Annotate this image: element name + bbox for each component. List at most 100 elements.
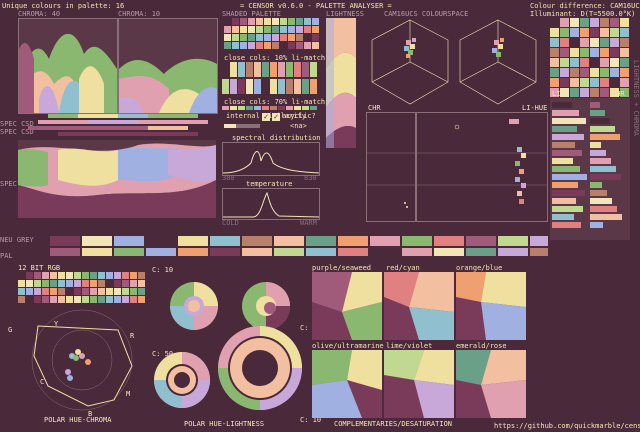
close10-swatch — [286, 62, 293, 77]
li-bar — [552, 142, 575, 148]
rgb12-swatch — [50, 288, 57, 295]
pal-swatch — [50, 248, 80, 256]
grid-swatch — [620, 28, 629, 37]
close10-swatch — [302, 62, 309, 77]
rgb12-swatch — [138, 280, 145, 287]
shaded-swatch — [264, 34, 271, 41]
complementaries-grid — [312, 272, 526, 418]
spectral-bar-strips — [28, 114, 208, 136]
close-cols-10-grid — [222, 62, 320, 96]
pal-swatch — [498, 248, 528, 256]
chr-bar — [590, 190, 607, 196]
neu-grey-swatch — [498, 236, 528, 246]
orange-blue-label: orange/blue — [456, 264, 503, 272]
rgb12-swatch — [130, 272, 137, 279]
grid-swatch — [570, 18, 579, 27]
rgb12-swatch — [18, 280, 25, 287]
chr-bar — [590, 182, 602, 188]
neu-grey-swatch — [114, 236, 144, 246]
grid-swatch — [600, 18, 609, 27]
grid-swatch — [550, 18, 559, 27]
close70-swatch — [278, 106, 285, 110]
rgb12-swatch — [82, 296, 89, 303]
grid-swatch — [590, 38, 599, 47]
neu-grey-swatch — [370, 236, 400, 246]
close10-swatch — [302, 79, 309, 94]
close70-swatch — [270, 106, 277, 110]
cam16ucs-hexagons — [371, 19, 537, 105]
internal-similarity-check: ✓ — [262, 112, 270, 121]
rgb12-swatch — [122, 280, 129, 287]
pal-swatch — [114, 248, 144, 256]
pal-swatch — [338, 248, 368, 256]
grid-swatch — [570, 68, 579, 77]
rgb12-swatch — [58, 288, 65, 295]
rgb12-swatch — [34, 280, 41, 287]
grid-swatch — [580, 78, 589, 87]
grid-swatch — [610, 58, 619, 67]
close10-swatch — [222, 62, 229, 77]
shaded-swatch — [224, 42, 231, 49]
github-link[interactable]: https://github.com/quickmarble/censor — [494, 422, 640, 430]
li-bar — [552, 190, 585, 196]
grid-swatch — [550, 58, 559, 67]
close10-swatch — [246, 79, 253, 94]
chroma-10-label: CHROMA: 10 — [118, 10, 161, 18]
chr-bar — [590, 206, 617, 212]
grid-swatch — [610, 18, 619, 27]
rgb12-swatch — [26, 296, 33, 303]
grid-swatch — [560, 58, 569, 67]
rgb12-swatch — [26, 288, 33, 295]
chr-plot — [366, 112, 416, 222]
shaded-swatch — [304, 26, 311, 33]
rgb12-swatch — [138, 288, 145, 295]
pal-swatch — [530, 248, 548, 256]
pal-swatch — [370, 248, 400, 256]
grid-swatch — [600, 68, 609, 77]
shaded-swatch — [232, 42, 239, 49]
shaded-swatch — [272, 26, 279, 33]
grid-swatch — [580, 38, 589, 47]
grid-swatch — [590, 18, 599, 27]
rgb12-swatch — [122, 288, 129, 295]
pal-swatch — [210, 248, 240, 256]
shaded-palette-grid — [222, 18, 322, 50]
li-bar — [552, 110, 579, 116]
app-title: = CENSOR v0.6.0 - PALETTE ANALYSER = — [240, 2, 392, 10]
shaded-swatch — [224, 26, 231, 33]
grid-swatch — [560, 48, 569, 57]
close10-swatch — [254, 79, 261, 94]
grid-swatch — [590, 88, 599, 97]
rgb12-swatch — [90, 296, 97, 303]
close10-swatch — [262, 62, 269, 77]
grid-swatch — [570, 48, 579, 57]
chr-bar — [590, 118, 610, 124]
spectral-curve — [223, 151, 319, 174]
close70-swatch — [294, 106, 301, 110]
close10-swatch — [254, 62, 261, 77]
rgb12-swatch — [18, 272, 25, 279]
neu-grey-swatch — [146, 236, 176, 246]
li-bar — [552, 182, 578, 188]
rgb12-swatch — [98, 288, 105, 295]
rgb12-swatch — [106, 296, 113, 303]
grid-swatch — [580, 48, 589, 57]
rgb12-swatch — [82, 280, 89, 287]
temp-warm: WARM — [300, 219, 317, 227]
shaded-swatch — [288, 42, 295, 49]
shaded-swatch — [280, 26, 287, 33]
chr-bar — [590, 158, 611, 164]
pal-label: PAL — [0, 252, 13, 260]
grid-swatch — [560, 18, 569, 27]
shaded-swatch — [280, 18, 287, 25]
shaded-swatch — [296, 18, 303, 25]
red-cyan-label: red/cyan — [386, 264, 420, 272]
li-bar — [552, 118, 586, 124]
hue-r-label: R — [130, 332, 135, 340]
close10-swatch — [278, 62, 285, 77]
grid-swatch — [550, 48, 559, 57]
shaded-swatch — [312, 34, 319, 41]
rgb12-swatch — [90, 272, 97, 279]
shaded-swatch — [304, 18, 311, 25]
grid-swatch — [560, 68, 569, 77]
